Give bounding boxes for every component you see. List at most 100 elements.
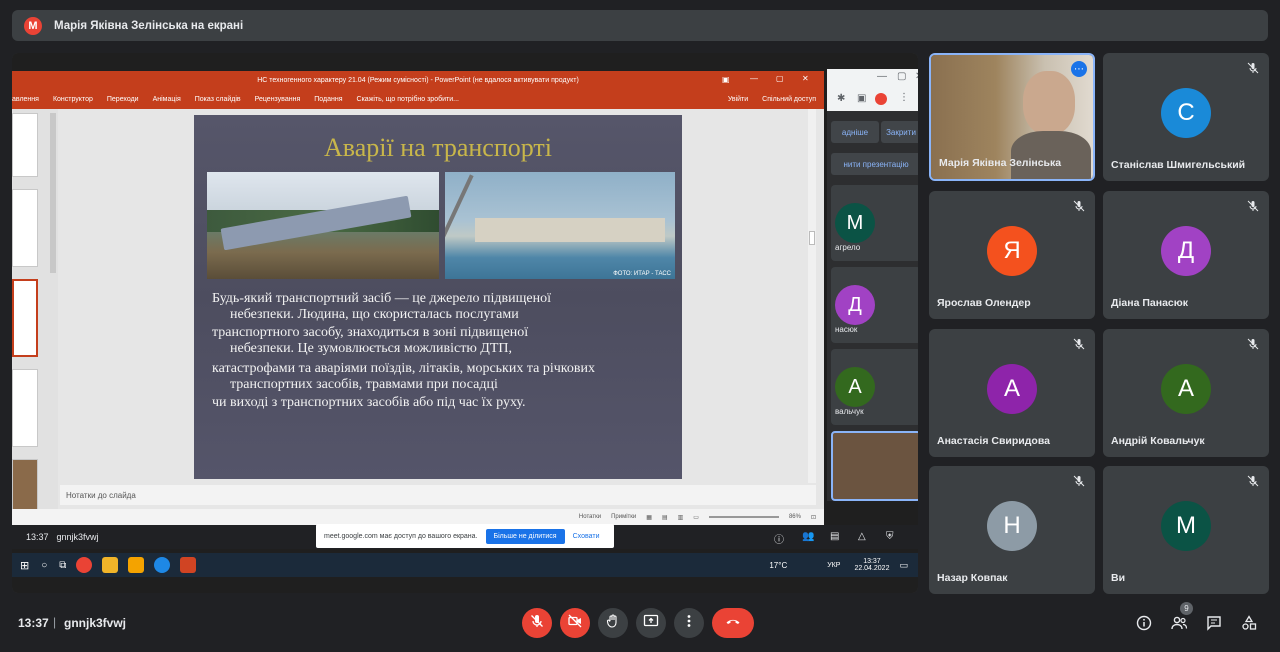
participant-name: вальчук xyxy=(835,407,864,416)
mic-off-icon xyxy=(1073,199,1085,212)
tell-me-box[interactable]: Скажіть, що потрібно зробити... xyxy=(357,96,459,103)
participant-tile[interactable]: А Андрій Ковальчук xyxy=(1103,329,1269,457)
minimize-icon[interactable]: — xyxy=(877,71,887,82)
ribbon-display-icon[interactable]: ▣ xyxy=(722,75,730,84)
ppt-title-bar: НС техногенного характеру 21.04 (Режим с… xyxy=(12,71,824,90)
participant-tile[interactable]: Д Діана Панасюк xyxy=(1103,191,1269,319)
tab-design[interactable]: Конструктор xyxy=(53,96,93,103)
participant-tile-self[interactable]: М Ви xyxy=(1103,466,1269,594)
weather[interactable]: 17°C xyxy=(769,561,787,570)
thumbnail-scrollbar[interactable] xyxy=(50,113,56,273)
raise-hand-button[interactable] xyxy=(598,608,628,638)
chrome-app-icon[interactable] xyxy=(76,557,93,573)
slide-text-line: небезпеки. Людина, що скористалась послу… xyxy=(230,307,519,322)
extensions-icon[interactable]: ✱ xyxy=(837,93,845,104)
slide-text-line: транспортних засобів, травмами при посад… xyxy=(230,377,498,392)
maximize-icon[interactable]: ▢ xyxy=(897,71,906,82)
slide-text-line: катастрофами та аваріями поїздів, літакі… xyxy=(212,361,595,376)
meeting-details-button[interactable] xyxy=(1135,614,1153,632)
stop-sharing-button[interactable]: Більше не ділитися xyxy=(485,528,565,544)
app-icon[interactable] xyxy=(128,557,145,573)
reading-view-icon[interactable]: ▥ xyxy=(678,514,684,521)
more-options-icon[interactable]: ⋯ xyxy=(1071,61,1087,77)
participant-tile[interactable]: Н Назар Ковпак xyxy=(929,466,1095,594)
participant-tile[interactable]: А Анастасія Свиридова xyxy=(929,329,1095,457)
close-icon[interactable]: ✕ xyxy=(802,74,809,83)
mic-toggle-button[interactable] xyxy=(522,608,552,638)
slide-thumbnail[interactable] xyxy=(12,189,38,267)
slide-thumbnail[interactable] xyxy=(12,459,38,513)
tab-reviewing[interactable]: Рецензування xyxy=(255,96,301,103)
maximize-icon[interactable]: ▢ xyxy=(776,74,784,83)
notes-pane[interactable]: Нотатки до слайда xyxy=(60,485,816,505)
present-button[interactable] xyxy=(636,608,666,638)
sidebar-icon[interactable]: ▣ xyxy=(857,93,866,104)
zoom-slider[interactable] xyxy=(708,516,779,518)
slide-thumbnail[interactable] xyxy=(12,113,38,177)
mic-off-icon xyxy=(1247,474,1259,487)
sign-in-link[interactable]: Увійти xyxy=(728,96,748,103)
activities-button[interactable] xyxy=(1240,614,1258,632)
tab-review-partial[interactable]: авлення xyxy=(12,96,39,103)
explorer-app-icon[interactable] xyxy=(102,557,119,573)
tab-animation[interactable]: Анімація xyxy=(153,96,181,103)
participant-avatar: А xyxy=(835,367,875,407)
participant-name: Ярослав Олендер xyxy=(937,297,1031,309)
change-presentation-button[interactable]: нити презентацію xyxy=(831,153,918,175)
shared-screen: — ▢ ✕ ✱ ▣ ⋮ адніше Закрити нити презента… xyxy=(12,53,918,593)
search-icon[interactable]: ○ xyxy=(41,560,47,571)
close-panel-button[interactable]: Закрити xyxy=(881,121,918,143)
slideshow-view-icon[interactable]: ▭ xyxy=(693,514,699,521)
participant-avatar: Д xyxy=(835,285,875,325)
screen-content: — ▢ ✕ ✱ ▣ ⋮ адніше Закрити нити презента… xyxy=(12,53,918,593)
clock[interactable]: 13:37 22.04.2022 xyxy=(854,558,889,572)
share-button[interactable]: Спільний доступ xyxy=(762,96,816,103)
participant-tile-presenter[interactable]: ⋯ Марія Яківна Зелінська xyxy=(929,53,1095,181)
hide-notice-button[interactable]: Сховати xyxy=(573,533,600,540)
end-call-button[interactable] xyxy=(712,608,754,638)
participant-tile[interactable]: Я Ярослав Олендер xyxy=(929,191,1095,319)
tab-slideshow[interactable]: Показ слайдів xyxy=(195,96,241,103)
normal-view-icon[interactable]: ▦ xyxy=(646,514,652,521)
menu-icon[interactable]: ⋮ xyxy=(899,92,909,103)
slide-thumbnail[interactable] xyxy=(12,369,38,447)
zoom-level[interactable]: 86% xyxy=(789,514,801,520)
people-count-badge: 9 xyxy=(1180,602,1193,615)
fit-slide-icon[interactable]: ⊡ xyxy=(811,514,816,521)
participant-tile[interactable]: С Станіслав Шмигельський xyxy=(1103,53,1269,181)
powerpoint-window: НС техногенного характеру 21.04 (Режим с… xyxy=(12,71,824,525)
language[interactable]: УКР xyxy=(827,562,840,569)
meeting-controls-bar: 13:37 | gnnjk3fvwj 9 xyxy=(0,598,1280,652)
edge-app-icon[interactable] xyxy=(154,557,171,573)
participant-name: насюк xyxy=(835,325,858,334)
hide-button[interactable]: адніше xyxy=(831,121,879,143)
participant-avatar: А xyxy=(1161,364,1211,414)
more-options-button[interactable] xyxy=(674,608,704,638)
task-view-icon[interactable]: ⧉ xyxy=(59,560,66,571)
camera-toggle-button[interactable] xyxy=(560,608,590,638)
powerpoint-app-icon[interactable] xyxy=(180,557,197,573)
info-icon: ⓘ xyxy=(774,535,784,546)
participant-avatar: Н xyxy=(987,501,1037,551)
participant-name: Діана Панасюк xyxy=(1111,297,1188,309)
people-button[interactable] xyxy=(1170,614,1188,632)
tab-view[interactable]: Подання xyxy=(314,96,342,103)
profile-icon[interactable] xyxy=(875,93,887,105)
slide-thumbnail-selected[interactable] xyxy=(12,279,38,357)
windows-start-icon[interactable]: ⊞ xyxy=(20,559,29,572)
participant-avatar: Д xyxy=(1161,226,1211,276)
minimize-icon[interactable]: — xyxy=(750,74,758,83)
vertical-scrollbar[interactable] xyxy=(808,109,816,483)
close-icon[interactable]: ✕ xyxy=(915,71,918,82)
comments-toggle[interactable]: Примітки xyxy=(611,514,636,520)
meeting-time: 13:37 xyxy=(18,616,49,630)
participant-tile: А вальчук xyxy=(831,349,918,425)
clock-date: 22.04.2022 xyxy=(854,565,890,572)
chat-button[interactable] xyxy=(1205,614,1223,632)
tab-transitions[interactable]: Переходи xyxy=(107,96,139,103)
participant-name: Анастасія Свиридова xyxy=(937,435,1050,447)
notification-icon[interactable]: ▭ xyxy=(899,560,908,571)
notes-toggle[interactable]: Нотатки xyxy=(579,514,601,520)
sorter-view-icon[interactable]: ▤ xyxy=(662,514,668,521)
chrome-toolbar: — ▢ ✕ ✱ ▣ ⋮ xyxy=(827,69,918,111)
